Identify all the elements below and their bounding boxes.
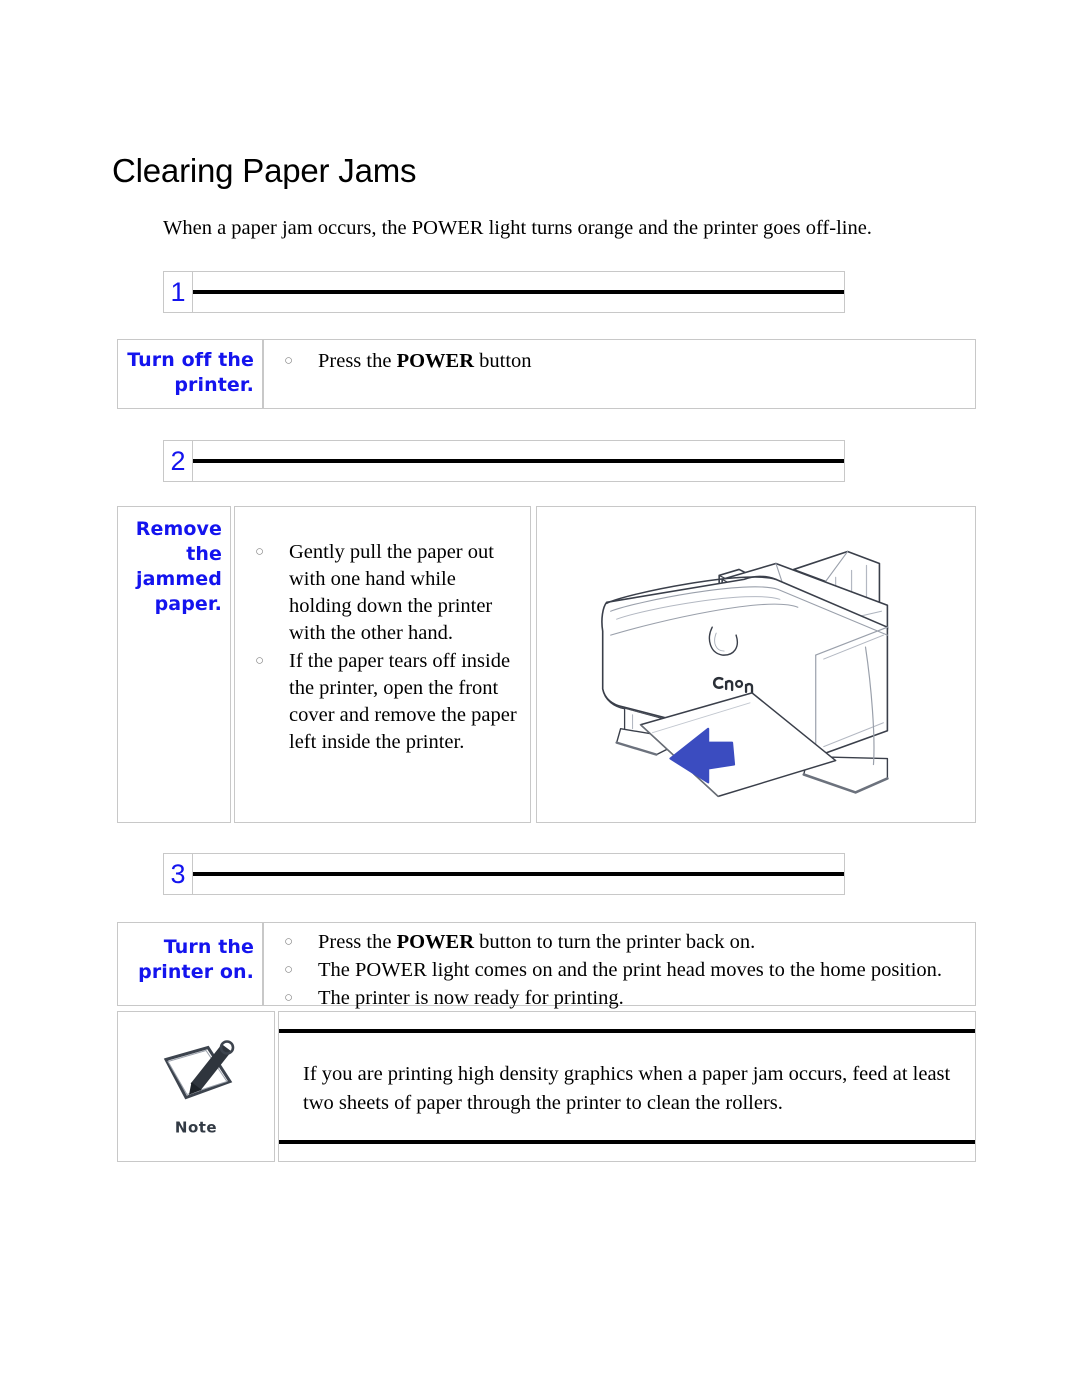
note-block: Note If you are printing high density gr… [117,1011,976,1162]
bullet-text: If the paper tears off inside the printe… [289,650,517,753]
bullet-text: Gently pull the paper out with one hand … [289,541,494,644]
note-icon-label: Note [174,1118,218,1136]
bullet-text: The POWER light comes on and the print h… [318,959,943,981]
step-1-bullet-list: ○ Press the POWER button [278,348,965,375]
intro-paragraph: When a paper jam occurs, the POWER light… [163,217,872,239]
step-3-header: 3 [163,853,845,895]
step-2-content: ○ Gently pull the paper out with one hand… [234,506,531,823]
step-3-content: ○ Press the POWER button to turn the prin… [263,922,976,1009]
bullet-text-after: button to turn the printer back on. [474,931,756,953]
note-text: If you are printing high density graphic… [303,1063,951,1114]
step-1-rule [193,290,844,294]
note-bottom-rule [279,1140,975,1144]
list-item: ○ Press the POWER button to turn the prin… [278,929,965,956]
step-2-label: Remove the jammed paper. [117,506,231,823]
note-top-rule [279,1029,975,1033]
bullet-circle-icon: ○ [284,934,294,950]
bullet-circle-icon: ○ [284,962,294,978]
step-3-rule-cell [193,853,845,895]
bullet-circle-icon: ○ [284,990,294,1006]
step-2-bullet-list: ○ Gently pull the paper out with one hand… [249,539,520,756]
bullet-circle-icon: ○ [255,653,265,669]
list-item: ○ Press the POWER button [278,348,965,375]
note-pencil-icon [163,1039,235,1099]
bullet-text: The printer is now ready for printing. [318,987,624,1009]
bullet-text-before: Press the [318,350,397,372]
step-1-label: Turn off the printer. [117,339,263,409]
bullet-text-before: Press the [318,931,397,953]
step-3-number: 3 [163,853,193,895]
list-item: ○ If the paper tears off inside the print… [249,648,520,756]
canon-printer-paper-jam-illustration [601,550,889,798]
list-item: ○ The POWER light comes on and the print … [278,957,965,984]
list-item: ○ The printer is now ready for printing. [278,985,965,1012]
step-1-rule-cell [193,271,845,313]
step-1-header: 1 [163,271,845,313]
bullet-circle-icon: ○ [255,544,265,560]
document-page: Clearing Paper Jams When a paper jam occ… [0,0,1080,1397]
bullet-circle-icon: ○ [284,353,294,369]
note-icon-wrap: Note [141,1037,251,1136]
step-3-rule [193,872,844,876]
step-1-body: Turn off the printer. ○ Press the POWER b… [117,339,976,409]
step-3-label: Turn the printer on. [117,922,263,1006]
step-2-number: 2 [163,440,193,482]
note-icon-cell: Note [117,1011,275,1162]
step-3-body: Turn the printer on. ○ Press the POWER bu… [117,922,976,1009]
step-2-header: 2 [163,440,845,482]
list-item: ○ Gently pull the paper out with one hand… [249,539,520,647]
step-2-illustration-cell [536,506,976,823]
step-2-body: Remove the jammed paper. ○ Gently pull th… [117,506,976,823]
step-2-rule [193,459,844,463]
page-title: Clearing Paper Jams [112,152,417,189]
note-text-cell: If you are printing high density graphic… [278,1011,976,1162]
bullet-text-after: button [474,350,532,372]
bullet-text-bold: POWER [396,931,475,953]
bullet-text-bold: POWER [396,350,475,372]
step-1-content: ○ Press the POWER button [263,339,976,409]
step-2-rule-cell [193,440,845,482]
step-1-number: 1 [163,271,193,313]
step-3-bullet-list: ○ Press the POWER button to turn the prin… [278,929,965,1012]
